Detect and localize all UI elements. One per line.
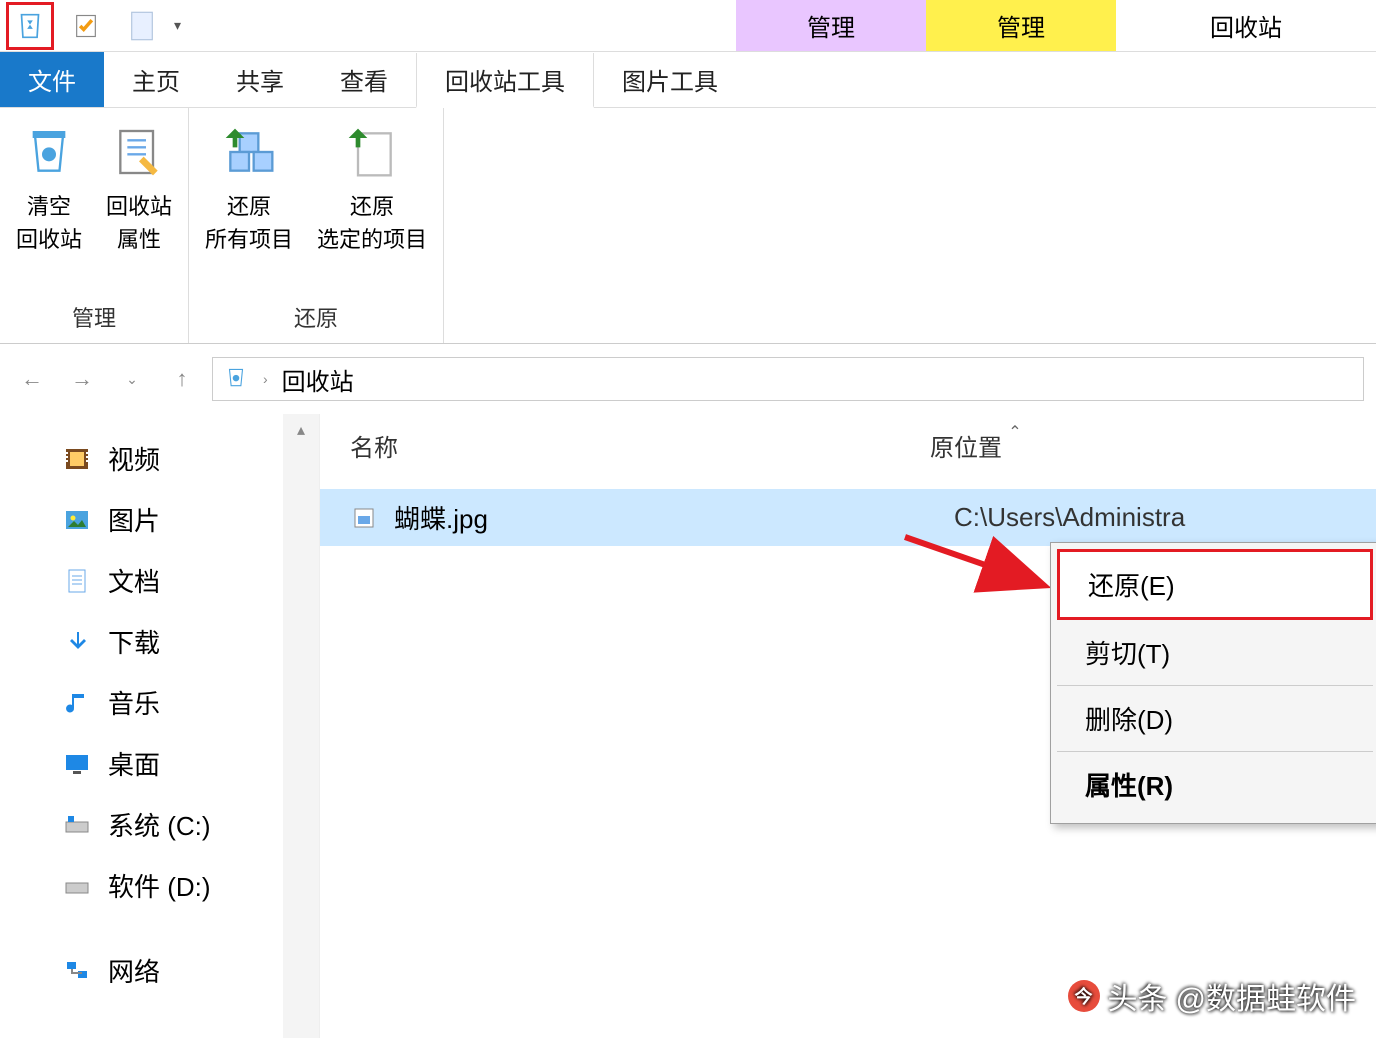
sidebar-item-label: 音乐	[108, 684, 160, 721]
tab-image-tools[interactable]: 图片工具	[594, 52, 746, 107]
empty-bin-icon	[17, 120, 81, 184]
file-row[interactable]: 蝴蝶.jpg C:\Users\Administra	[320, 489, 1376, 546]
file-list-pane: ⌃ 名称 原位置 蝴蝶.jpg C:\Users\Administra 还原(E…	[320, 414, 1376, 1038]
blank-doc-icon[interactable]	[118, 2, 166, 50]
context-menu: 还原(E) 剪切(T) 删除(D) 属性(R)	[1050, 542, 1376, 824]
sidebar-scrollbar[interactable]: ▴	[283, 414, 319, 1038]
tab-view[interactable]: 查看	[312, 52, 416, 107]
watermark-handle: @数据蛙软件	[1176, 974, 1356, 1018]
sidebar-item-label: 软件 (D:)	[108, 867, 211, 904]
contextual-tab-headers: 管理 管理 回收站	[736, 0, 1376, 51]
ribbon-body: 清空 回收站 回收站 属性 管理 还原 所有项目 还原	[0, 108, 1376, 344]
nav-history-dropdown[interactable]: ⌄	[112, 359, 152, 399]
sidebar-item-label: 下载	[108, 623, 160, 660]
sidebar-item-network[interactable]: 网络	[0, 940, 319, 1001]
network-icon	[62, 956, 92, 986]
ribbon-group-restore: 还原 所有项目 还原 选定的项目 还原	[189, 108, 444, 343]
ribbon-tabs: 文件 主页 共享 查看 回收站工具 图片工具	[0, 52, 1376, 108]
bin-props-label: 回收站 属性	[106, 190, 172, 256]
sidebar-item-documents[interactable]: 文档	[0, 550, 319, 611]
breadcrumb-location[interactable]: 回收站	[282, 362, 354, 397]
nav-up-button[interactable]: ↑	[162, 359, 202, 399]
sort-indicator-icon: ⌃	[1000, 422, 1030, 442]
drive-d-icon	[62, 871, 92, 901]
empty-bin-label: 清空 回收站	[16, 190, 82, 256]
address-bar[interactable]: › 回收站	[212, 357, 1364, 401]
file-name: 蝴蝶.jpg	[394, 499, 954, 536]
group-manage-title: 管理	[72, 295, 116, 339]
video-icon	[62, 444, 92, 474]
tab-home[interactable]: 主页	[104, 52, 208, 107]
ctx-delete[interactable]: 删除(D)	[1057, 686, 1373, 752]
drive-c-icon	[62, 810, 92, 840]
restore-selected-button[interactable]: 还原 选定的项目	[313, 116, 431, 295]
ctx-properties[interactable]: 属性(R)	[1057, 752, 1373, 817]
watermark-prefix: 头条	[1108, 974, 1168, 1018]
restore-selected-icon	[340, 120, 404, 184]
address-bar-row: ← → ⌄ ↑ › 回收站	[0, 344, 1376, 414]
column-headers: 名称 原位置	[320, 414, 1376, 477]
contextual-header-image: 管理	[926, 0, 1116, 51]
column-name-header[interactable]: 名称	[350, 428, 930, 463]
group-restore-title: 还原	[294, 295, 338, 339]
scroll-up-icon[interactable]: ▴	[283, 414, 319, 446]
sidebar-item-label: 视频	[108, 440, 160, 477]
navigation-sidebar: 视频 图片 文档 下载 音乐 桌面 系统 (C:) 软件 (D:)	[0, 414, 320, 1038]
sidebar-item-label: 文档	[108, 562, 160, 599]
window-title: 回收站	[1116, 0, 1376, 51]
sidebar-item-label: 系统 (C:)	[108, 806, 211, 843]
sidebar-item-label: 桌面	[108, 745, 160, 782]
sidebar-item-drive-c[interactable]: 系统 (C:)	[0, 794, 319, 855]
sidebar-item-label: 图片	[108, 501, 160, 538]
download-icon	[62, 627, 92, 657]
tab-share[interactable]: 共享	[208, 52, 312, 107]
desktop-icon	[62, 749, 92, 779]
column-location-header[interactable]: 原位置	[930, 428, 1346, 463]
breadcrumb-separator-icon: ›	[263, 371, 268, 387]
watermark: 今 头条 @数据蛙软件	[1068, 974, 1356, 1018]
recycle-bin-small-icon	[223, 364, 249, 395]
nav-back-button[interactable]: ←	[12, 359, 52, 399]
jpg-file-icon	[350, 504, 378, 532]
sidebar-item-video[interactable]: 视频	[0, 428, 319, 489]
ribbon-group-manage: 清空 回收站 回收站 属性 管理	[0, 108, 189, 343]
sidebar-item-label: 网络	[108, 952, 160, 989]
properties-icon[interactable]	[62, 2, 110, 50]
sidebar-item-drive-d[interactable]: 软件 (D:)	[0, 855, 319, 916]
document-icon	[62, 566, 92, 596]
file-location: C:\Users\Administra	[954, 502, 1346, 533]
restore-selected-label: 还原 选定的项目	[317, 190, 427, 256]
sidebar-item-music[interactable]: 音乐	[0, 672, 319, 733]
restore-all-button[interactable]: 还原 所有项目	[201, 116, 297, 295]
watermark-icon: 今	[1068, 980, 1100, 1012]
bin-props-icon	[107, 120, 171, 184]
picture-icon	[62, 505, 92, 535]
content-area: 视频 图片 文档 下载 音乐 桌面 系统 (C:) 软件 (D:)	[0, 414, 1376, 1038]
sidebar-item-pictures[interactable]: 图片	[0, 489, 319, 550]
quick-access-toolbar: ▾	[0, 2, 187, 50]
tab-recycle-tools[interactable]: 回收站工具	[416, 53, 594, 108]
tab-file[interactable]: 文件	[0, 52, 104, 107]
sidebar-item-downloads[interactable]: 下载	[0, 611, 319, 672]
sidebar-item-desktop[interactable]: 桌面	[0, 733, 319, 794]
recycle-bin-icon[interactable]	[6, 2, 54, 50]
music-icon	[62, 688, 92, 718]
ctx-restore[interactable]: 还原(E)	[1057, 549, 1373, 620]
restore-all-icon	[217, 120, 281, 184]
restore-all-label: 还原 所有项目	[205, 190, 293, 256]
contextual-header-recycle: 管理	[736, 0, 926, 51]
nav-forward-button[interactable]: →	[62, 359, 102, 399]
qat-dropdown-icon[interactable]: ▾	[174, 17, 181, 34]
ctx-cut[interactable]: 剪切(T)	[1057, 620, 1373, 686]
titlebar: ▾ 管理 管理 回收站	[0, 0, 1376, 52]
recycle-bin-properties-button[interactable]: 回收站 属性	[102, 116, 176, 295]
empty-recycle-bin-button[interactable]: 清空 回收站	[12, 116, 86, 295]
